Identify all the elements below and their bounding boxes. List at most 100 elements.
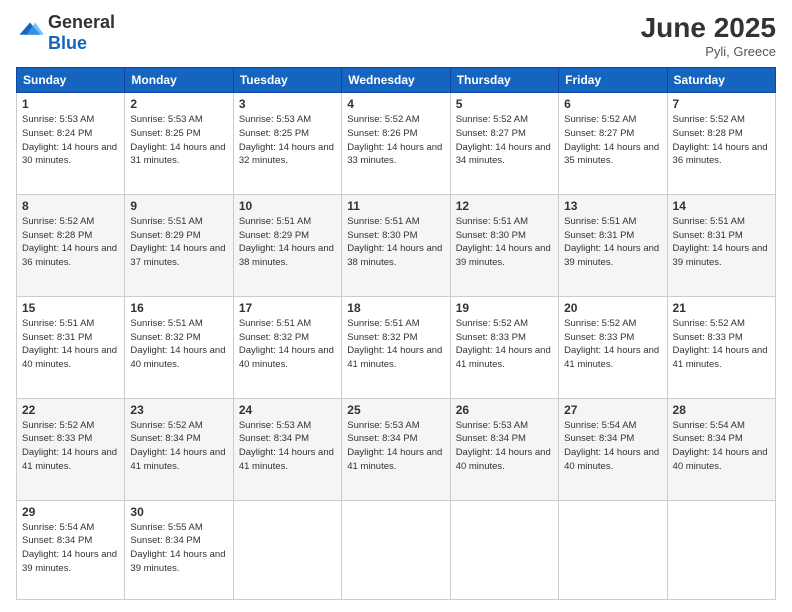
header-thursday: Thursday	[450, 68, 558, 93]
table-row: 17 Sunrise: 5:51 AM Sunset: 8:32 PM Dayl…	[233, 296, 341, 398]
day-info: Sunrise: 5:52 AM Sunset: 8:33 PM Dayligh…	[564, 317, 661, 372]
day-info: Sunrise: 5:53 AM Sunset: 8:24 PM Dayligh…	[22, 113, 119, 168]
logo-icon	[16, 19, 44, 47]
day-info: Sunrise: 5:54 AM Sunset: 8:34 PM Dayligh…	[564, 419, 661, 474]
logo-text-blue: Blue	[48, 33, 87, 53]
day-number: 1	[22, 97, 119, 111]
day-info: Sunrise: 5:53 AM Sunset: 8:34 PM Dayligh…	[456, 419, 553, 474]
day-info: Sunrise: 5:55 AM Sunset: 8:34 PM Dayligh…	[130, 521, 227, 576]
day-number: 28	[673, 403, 770, 417]
day-number: 30	[130, 505, 227, 519]
day-info: Sunrise: 5:54 AM Sunset: 8:34 PM Dayligh…	[673, 419, 770, 474]
day-info: Sunrise: 5:52 AM Sunset: 8:28 PM Dayligh…	[22, 215, 119, 270]
table-row: 24 Sunrise: 5:53 AM Sunset: 8:34 PM Dayl…	[233, 398, 341, 500]
day-number: 26	[456, 403, 553, 417]
day-info: Sunrise: 5:52 AM Sunset: 8:33 PM Dayligh…	[673, 317, 770, 372]
day-info: Sunrise: 5:52 AM Sunset: 8:33 PM Dayligh…	[22, 419, 119, 474]
day-number: 4	[347, 97, 444, 111]
table-row: 15 Sunrise: 5:51 AM Sunset: 8:31 PM Dayl…	[17, 296, 125, 398]
day-info: Sunrise: 5:51 AM Sunset: 8:29 PM Dayligh…	[239, 215, 336, 270]
day-info: Sunrise: 5:51 AM Sunset: 8:31 PM Dayligh…	[564, 215, 661, 270]
month-title: June 2025	[641, 12, 776, 44]
day-number: 13	[564, 199, 661, 213]
table-row: 13 Sunrise: 5:51 AM Sunset: 8:31 PM Dayl…	[559, 194, 667, 296]
table-row: 23 Sunrise: 5:52 AM Sunset: 8:34 PM Dayl…	[125, 398, 233, 500]
table-row	[450, 500, 558, 600]
day-number: 12	[456, 199, 553, 213]
table-row: 3 Sunrise: 5:53 AM Sunset: 8:25 PM Dayli…	[233, 93, 341, 195]
day-number: 11	[347, 199, 444, 213]
title-block: June 2025 Pyli, Greece	[641, 12, 776, 59]
table-row: 11 Sunrise: 5:51 AM Sunset: 8:30 PM Dayl…	[342, 194, 450, 296]
day-number: 15	[22, 301, 119, 315]
table-row: 22 Sunrise: 5:52 AM Sunset: 8:33 PM Dayl…	[17, 398, 125, 500]
table-row: 9 Sunrise: 5:51 AM Sunset: 8:29 PM Dayli…	[125, 194, 233, 296]
day-info: Sunrise: 5:54 AM Sunset: 8:34 PM Dayligh…	[22, 521, 119, 576]
table-row: 18 Sunrise: 5:51 AM Sunset: 8:32 PM Dayl…	[342, 296, 450, 398]
day-info: Sunrise: 5:51 AM Sunset: 8:32 PM Dayligh…	[130, 317, 227, 372]
table-row: 21 Sunrise: 5:52 AM Sunset: 8:33 PM Dayl…	[667, 296, 775, 398]
table-row: 2 Sunrise: 5:53 AM Sunset: 8:25 PM Dayli…	[125, 93, 233, 195]
table-row: 19 Sunrise: 5:52 AM Sunset: 8:33 PM Dayl…	[450, 296, 558, 398]
table-row: 26 Sunrise: 5:53 AM Sunset: 8:34 PM Dayl…	[450, 398, 558, 500]
day-number: 18	[347, 301, 444, 315]
day-number: 25	[347, 403, 444, 417]
logo-text-general: General	[48, 12, 115, 32]
header: General Blue June 2025 Pyli, Greece	[16, 12, 776, 59]
day-info: Sunrise: 5:51 AM Sunset: 8:32 PM Dayligh…	[239, 317, 336, 372]
day-info: Sunrise: 5:53 AM Sunset: 8:25 PM Dayligh…	[239, 113, 336, 168]
weekday-header-row: Sunday Monday Tuesday Wednesday Thursday…	[17, 68, 776, 93]
logo: General Blue	[16, 12, 115, 54]
day-number: 17	[239, 301, 336, 315]
day-number: 6	[564, 97, 661, 111]
page: General Blue June 2025 Pyli, Greece Sund…	[0, 0, 792, 612]
day-info: Sunrise: 5:51 AM Sunset: 8:30 PM Dayligh…	[347, 215, 444, 270]
table-row: 8 Sunrise: 5:52 AM Sunset: 8:28 PM Dayli…	[17, 194, 125, 296]
table-row: 12 Sunrise: 5:51 AM Sunset: 8:30 PM Dayl…	[450, 194, 558, 296]
day-info: Sunrise: 5:52 AM Sunset: 8:26 PM Dayligh…	[347, 113, 444, 168]
day-info: Sunrise: 5:51 AM Sunset: 8:29 PM Dayligh…	[130, 215, 227, 270]
day-number: 19	[456, 301, 553, 315]
table-row: 1 Sunrise: 5:53 AM Sunset: 8:24 PM Dayli…	[17, 93, 125, 195]
day-number: 20	[564, 301, 661, 315]
day-info: Sunrise: 5:52 AM Sunset: 8:28 PM Dayligh…	[673, 113, 770, 168]
table-row: 28 Sunrise: 5:54 AM Sunset: 8:34 PM Dayl…	[667, 398, 775, 500]
table-row: 16 Sunrise: 5:51 AM Sunset: 8:32 PM Dayl…	[125, 296, 233, 398]
header-friday: Friday	[559, 68, 667, 93]
day-info: Sunrise: 5:52 AM Sunset: 8:34 PM Dayligh…	[130, 419, 227, 474]
day-number: 16	[130, 301, 227, 315]
day-number: 7	[673, 97, 770, 111]
day-number: 21	[673, 301, 770, 315]
table-row	[342, 500, 450, 600]
table-row: 7 Sunrise: 5:52 AM Sunset: 8:28 PM Dayli…	[667, 93, 775, 195]
table-row	[233, 500, 341, 600]
day-number: 9	[130, 199, 227, 213]
day-number: 27	[564, 403, 661, 417]
day-info: Sunrise: 5:51 AM Sunset: 8:32 PM Dayligh…	[347, 317, 444, 372]
day-number: 8	[22, 199, 119, 213]
table-row: 25 Sunrise: 5:53 AM Sunset: 8:34 PM Dayl…	[342, 398, 450, 500]
day-info: Sunrise: 5:51 AM Sunset: 8:31 PM Dayligh…	[22, 317, 119, 372]
day-info: Sunrise: 5:52 AM Sunset: 8:27 PM Dayligh…	[456, 113, 553, 168]
day-info: Sunrise: 5:53 AM Sunset: 8:34 PM Dayligh…	[347, 419, 444, 474]
table-row	[667, 500, 775, 600]
table-row	[559, 500, 667, 600]
day-info: Sunrise: 5:53 AM Sunset: 8:34 PM Dayligh…	[239, 419, 336, 474]
day-info: Sunrise: 5:51 AM Sunset: 8:31 PM Dayligh…	[673, 215, 770, 270]
table-row: 5 Sunrise: 5:52 AM Sunset: 8:27 PM Dayli…	[450, 93, 558, 195]
table-row: 20 Sunrise: 5:52 AM Sunset: 8:33 PM Dayl…	[559, 296, 667, 398]
day-number: 3	[239, 97, 336, 111]
day-number: 10	[239, 199, 336, 213]
table-row: 14 Sunrise: 5:51 AM Sunset: 8:31 PM Dayl…	[667, 194, 775, 296]
table-row: 10 Sunrise: 5:51 AM Sunset: 8:29 PM Dayl…	[233, 194, 341, 296]
header-sunday: Sunday	[17, 68, 125, 93]
location: Pyli, Greece	[641, 44, 776, 59]
table-row: 4 Sunrise: 5:52 AM Sunset: 8:26 PM Dayli…	[342, 93, 450, 195]
day-info: Sunrise: 5:51 AM Sunset: 8:30 PM Dayligh…	[456, 215, 553, 270]
day-number: 5	[456, 97, 553, 111]
day-info: Sunrise: 5:52 AM Sunset: 8:27 PM Dayligh…	[564, 113, 661, 168]
day-info: Sunrise: 5:52 AM Sunset: 8:33 PM Dayligh…	[456, 317, 553, 372]
day-number: 22	[22, 403, 119, 417]
table-row: 27 Sunrise: 5:54 AM Sunset: 8:34 PM Dayl…	[559, 398, 667, 500]
header-tuesday: Tuesday	[233, 68, 341, 93]
